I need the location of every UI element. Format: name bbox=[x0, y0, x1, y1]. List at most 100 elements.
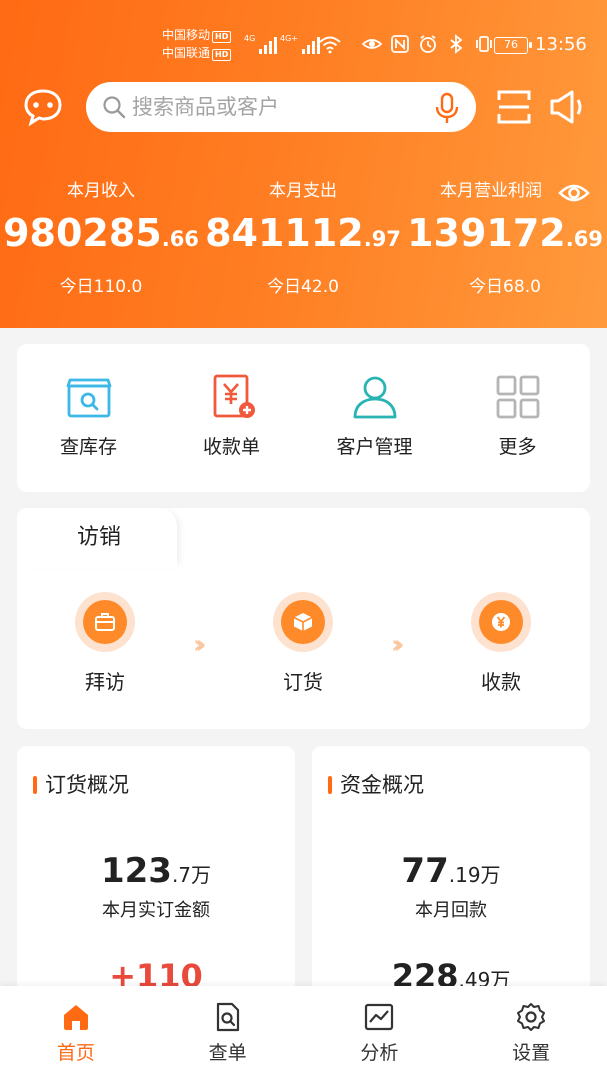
nav-analysis[interactable]: 分析 bbox=[304, 986, 456, 1080]
yen-coin-icon bbox=[492, 613, 510, 631]
carrier-2: 中国联通 bbox=[162, 46, 211, 60]
quick-actions: 查库存 收款单 客户管理 更多 bbox=[17, 344, 590, 492]
step-circle bbox=[273, 592, 333, 652]
scan-icon[interactable] bbox=[496, 88, 532, 126]
eye-comfort-icon bbox=[362, 39, 382, 49]
clock: 13:56 bbox=[535, 34, 587, 55]
quick-label: 查库存 bbox=[59, 436, 117, 458]
carrier-1: 中国移动 bbox=[162, 28, 211, 42]
home-icon bbox=[63, 1005, 88, 1030]
signal-icon: 4G bbox=[244, 34, 278, 54]
hd-badge: HD bbox=[212, 31, 232, 43]
microphone-icon[interactable] bbox=[432, 92, 462, 124]
monthly-stats: 本月收入 980285.66 今日110.0 本月支出 841112.97 今日… bbox=[0, 178, 607, 300]
stat-label: 本月收入 bbox=[67, 181, 135, 201]
document-search-icon bbox=[216, 1002, 239, 1032]
step-label: 拜访 bbox=[85, 670, 125, 694]
nav-label: 首页 bbox=[56, 1042, 95, 1064]
step-label: 收款 bbox=[481, 670, 521, 694]
system-icons bbox=[362, 34, 494, 54]
quick-more[interactable]: 更多 bbox=[446, 344, 589, 492]
message-icon[interactable] bbox=[22, 88, 64, 126]
order-amount: 123.7万 bbox=[17, 850, 295, 896]
step-inner bbox=[281, 600, 325, 644]
bluetooth-icon bbox=[450, 34, 463, 54]
step-inner bbox=[83, 600, 127, 644]
nfc-icon bbox=[391, 35, 409, 53]
customer-icon bbox=[353, 376, 396, 419]
quick-label: 收款单 bbox=[202, 436, 260, 458]
chart-icon bbox=[365, 1003, 394, 1031]
network-label: 4G+ bbox=[280, 34, 298, 43]
stat-label: 本月营业利润 bbox=[440, 181, 542, 201]
quick-customer[interactable]: 客户管理 bbox=[303, 344, 446, 492]
box-icon bbox=[293, 613, 313, 631]
fund-amount-label: 本月回款 bbox=[415, 900, 487, 921]
amount-dec: .19万 bbox=[448, 863, 501, 887]
amount-dec: .7万 bbox=[171, 863, 212, 887]
quick-inventory[interactable]: 查库存 bbox=[17, 344, 160, 492]
gear-icon bbox=[517, 1003, 546, 1031]
amount-int: 123 bbox=[100, 851, 172, 891]
step-circle bbox=[75, 592, 135, 652]
stat-today: 今日68.0 bbox=[469, 277, 541, 297]
search-input[interactable] bbox=[132, 82, 422, 132]
quick-receipt[interactable]: 收款单 bbox=[160, 344, 303, 492]
nav-label: 设置 bbox=[512, 1042, 551, 1064]
search-bar[interactable] bbox=[86, 82, 476, 132]
nav-home[interactable]: 首页 bbox=[0, 986, 152, 1080]
visit-tab[interactable]: 访销 bbox=[17, 508, 177, 568]
step-order[interactable]: 订货 bbox=[243, 592, 363, 696]
bottom-nav: 首页 查单 分析 设置 bbox=[0, 986, 607, 1080]
nav-settings[interactable]: 设置 bbox=[455, 986, 607, 1080]
inventory-search-icon bbox=[66, 378, 111, 418]
stat-value-int: 980285 bbox=[3, 211, 162, 255]
stat-value: 139172.69 bbox=[404, 210, 606, 262]
step-payment[interactable]: 收款 bbox=[441, 592, 561, 696]
signal-icon: 4G+ bbox=[280, 34, 320, 54]
step-inner bbox=[479, 600, 523, 644]
chevron-right-icon: ›› bbox=[193, 630, 207, 660]
header: 中国移动 HD 中国联通 HD 4G 4G+ 76 13:56 搜索商品或客户 … bbox=[0, 0, 607, 328]
quick-label: 更多 bbox=[498, 436, 537, 458]
status-bar: 中国移动 HD 中国联通 HD 4G 4G+ 76 13:56 bbox=[0, 22, 607, 68]
nav-label: 查单 bbox=[208, 1042, 247, 1064]
chevron-right-icon: ›› bbox=[391, 630, 405, 660]
nav-label: 分析 bbox=[360, 1042, 399, 1064]
network-label: 4G bbox=[244, 34, 256, 43]
stat-value-dec: .69 bbox=[565, 227, 603, 251]
visit-sales-card: 访销 拜访 ›› 订货 ›› 收款 bbox=[17, 508, 590, 729]
hd-badge: HD bbox=[212, 49, 232, 61]
stat-value-int: 139172 bbox=[407, 211, 566, 255]
grid-more-icon bbox=[496, 375, 539, 419]
fund-amount: 77.19万 bbox=[312, 850, 590, 896]
receipt-add-icon bbox=[213, 374, 255, 418]
step-label: 订货 bbox=[283, 670, 323, 694]
stat-expense[interactable]: 本月支出 841112.97 今日42.0 bbox=[202, 178, 404, 300]
alarm-icon bbox=[420, 35, 436, 53]
quick-label: 客户管理 bbox=[336, 436, 413, 458]
stat-value-dec: .66 bbox=[161, 227, 199, 251]
nav-orders[interactable]: 查单 bbox=[152, 986, 304, 1080]
order-amount-label: 本月实订金额 bbox=[102, 900, 210, 921]
stat-value: 980285.66 bbox=[0, 210, 202, 262]
visit-flow: 拜访 ›› 订货 ›› 收款 bbox=[17, 592, 590, 712]
stat-value: 841112.97 bbox=[202, 210, 404, 262]
announcement-icon[interactable] bbox=[548, 88, 586, 126]
stat-value-int: 841112 bbox=[205, 211, 364, 255]
step-circle bbox=[471, 592, 531, 652]
stat-today: 今日110.0 bbox=[59, 277, 143, 297]
visit-title: 访销 bbox=[77, 525, 122, 550]
stat-value-dec: .97 bbox=[363, 227, 401, 251]
card-title: 订货概况 bbox=[33, 770, 129, 800]
battery-icon: 76 bbox=[494, 37, 532, 54]
stat-label: 本月支出 bbox=[269, 181, 337, 201]
vibrate-icon bbox=[476, 36, 492, 52]
carrier-info: 中国移动 HD 中国联通 HD bbox=[162, 26, 232, 62]
card-title: 资金概况 bbox=[328, 770, 424, 800]
step-visit[interactable]: 拜访 bbox=[45, 592, 165, 696]
stat-today: 今日42.0 bbox=[267, 277, 339, 297]
eye-icon[interactable] bbox=[558, 180, 590, 206]
stat-income[interactable]: 本月收入 980285.66 今日110.0 bbox=[0, 178, 202, 300]
briefcase-icon bbox=[95, 613, 115, 631]
